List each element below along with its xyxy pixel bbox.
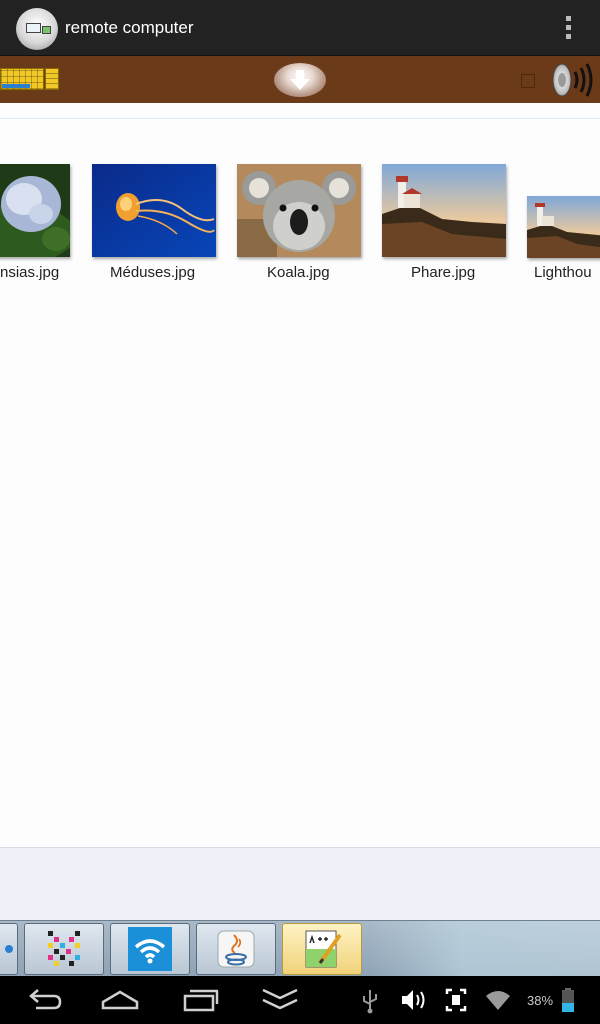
thumbnail-koala[interactable] [237,164,361,257]
java-icon [217,930,255,968]
taskbar-button-notepad[interactable] [282,923,362,975]
file-name-phare[interactable]: Phare.jpg [411,264,475,281]
divider [0,118,600,119]
thumbnail-lighthouse-2[interactable] [527,196,600,258]
battery-icon [562,988,574,1012]
thumbnail-jellyfish[interactable] [92,164,216,257]
home-icon[interactable] [100,984,140,1016]
file-name-lighthouse[interactable]: Lighthou [534,264,592,281]
wifi-icon [128,927,172,971]
taskbar-button-pixel-grid[interactable] [24,923,104,975]
app-icon [5,945,13,953]
speaker-icon[interactable] [548,62,596,98]
back-icon[interactable] [22,984,62,1016]
file-name-hydrangeas[interactable]: nsias.jpg [0,264,59,281]
thumbnail-hydrangea[interactable] [0,164,70,257]
taskbar-button-wifi[interactable] [110,923,190,975]
file-name-koala[interactable]: Koala.jpg [267,264,330,281]
download-arrow-icon[interactable] [274,63,326,97]
pixel-grid-icon [48,931,80,966]
remote-computer-icon[interactable] [16,8,58,50]
overflow-menu-icon[interactable] [560,14,576,42]
app-title: remote computer [65,18,194,37]
keyboard-icon[interactable] [0,67,60,92]
recent-apps-icon[interactable] [182,984,222,1016]
screenshot-icon[interactable] [444,984,468,1016]
toggle-checkbox[interactable] [521,74,535,88]
windows-taskbar [0,920,600,976]
file-explorer-view: nsias.jpg Méduses.jpg Koala.jpg Phare.jp… [0,103,600,920]
notepad-plus-plus-icon [305,930,342,968]
system-navigation-bar: 38% [0,976,600,1024]
file-name-meduses[interactable]: Méduses.jpg [110,264,195,281]
explorer-details-pane [0,847,600,920]
taskbar-button-java[interactable] [196,923,276,975]
action-bar: remote computer [0,0,600,56]
thumbnail-lighthouse[interactable] [382,164,506,257]
remote-toolbar [0,56,600,103]
taskbar-button-app[interactable] [0,923,18,975]
screen: remote computer nsias.jpg Méduses.jpg Ko… [0,0,600,1024]
volume-icon[interactable] [400,984,428,1016]
battery-level: 38% [527,993,554,1008]
wifi-signal-icon [486,991,510,1010]
usb-icon [363,990,377,1014]
hide-keyboard-icon[interactable] [260,984,300,1016]
